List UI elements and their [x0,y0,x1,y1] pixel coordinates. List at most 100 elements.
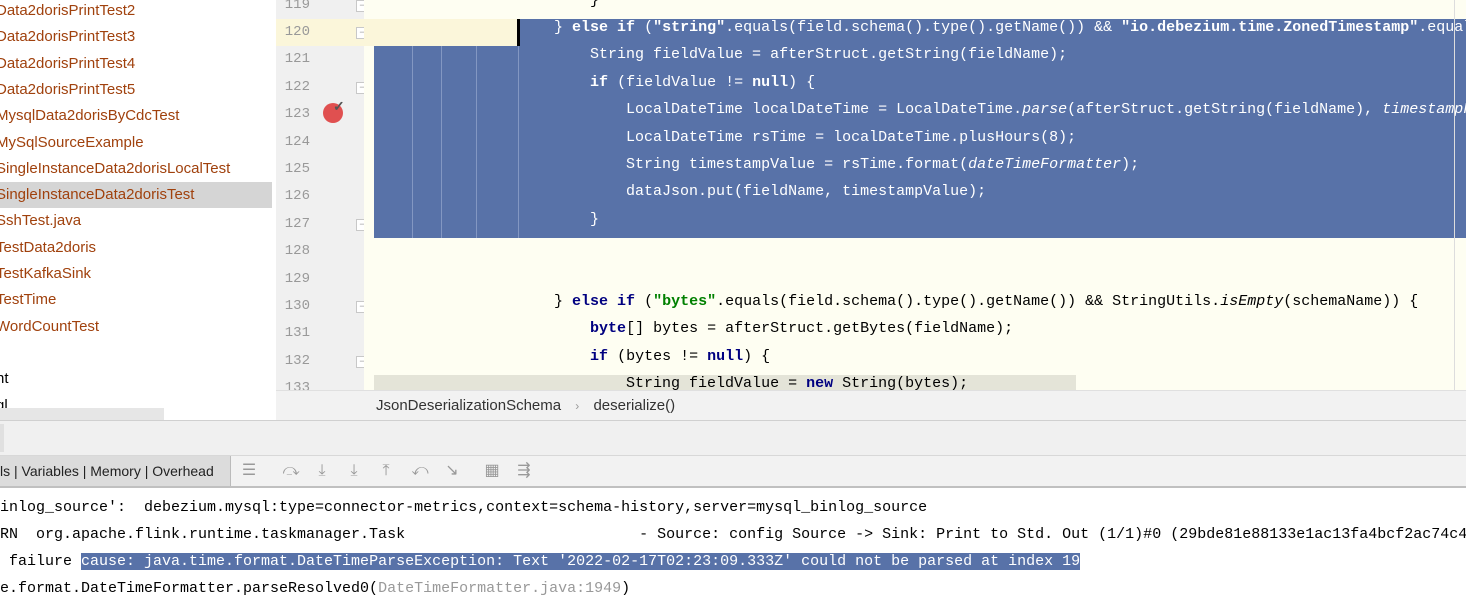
code-line: String timestampValue = rsTime.format(da… [374,156,1466,184]
code-token: (schemaName)) { [1283,293,1419,310]
line-number: 121 [284,51,310,68]
indent-guide [412,46,413,238]
code-token: String timestampValue = rsTime.format( [374,156,969,173]
line-number: 123 [284,106,310,123]
project-tree: Data2dorisPrintTest2 Data2dorisPrintTest3… [0,0,276,420]
right-margin-guide [1454,0,1455,390]
code-token: String fieldValue = afterStruct.getStrin… [374,46,1068,64]
step-over-icon[interactable]: ⤓ [311,460,333,482]
code-token: [] bytes = afterStruct.getBytes(fieldNam… [626,320,1014,338]
code-token: } [374,19,573,36]
code-token: .equals(schemaName)) { [1418,19,1466,36]
breakpoint-check-icon: ✓ [333,98,345,114]
code-token: } [374,293,573,310]
debug-tabs[interactable]: ls | Variables | Memory | Overhead [0,456,231,486]
code-token: isEmpty [1220,293,1284,310]
indent-guide [441,46,442,238]
tree-item[interactable]: SingleInstanceData2dorisLocalTest [0,156,272,182]
tree-item[interactable]: SshTest.java [0,208,272,234]
line-number: 132 [284,352,310,369]
step-into-icon[interactable]: ⤓ [343,460,365,482]
code-line: String fieldValue = new String(bytes); [364,375,1466,390]
debug-toolstrip [0,420,1466,456]
line-number: 120 [284,24,310,40]
code-token: ) { [788,73,816,91]
stack-trace-link[interactable]: DateTimeFormatter.java:1949 [378,580,621,597]
tree-item[interactable]: Data2dorisPrintTest4 [0,51,272,77]
console-line: RN org.apache.flink.runtime.taskmanager.… [0,526,1466,543]
breadcrumb-method[interactable]: deserialize() [593,397,675,414]
breadcrumb-class[interactable]: JsonDeserializationSchema [376,397,561,414]
code-line: byte[] bytes = afterStruct.getBytes(fiel… [364,320,1466,347]
tree-item[interactable]: TestTime [0,287,272,313]
code-token: .equals(field.schema().type().getName())… [725,19,1122,36]
code-token: byte [590,320,627,338]
code-token: (bytes != [608,347,708,365]
line-number: 119 [284,0,310,13]
code-token: null [752,73,789,91]
code-editor[interactable]: } } else if ("string".equals(field.schem… [364,0,1466,390]
breadcrumb-separator: › [575,399,580,413]
code-token: LocalDateTime localDateTime = LocalDateT… [374,101,1023,119]
code-token: (afterStruct.getString(fieldName), [1067,101,1383,119]
code-line: LocalDateTime localDateTime = LocalDateT… [374,101,1466,129]
show-execution-point-icon[interactable]: ⤼ [280,460,302,482]
code-token: } [374,0,600,9]
step-out-icon[interactable]: ⤒ [375,460,397,482]
console-text: failure [0,553,82,570]
code-token: if [590,73,609,91]
tree-item[interactable] [0,340,272,366]
evaluate-expression-icon[interactable]: ▦ [481,460,503,482]
menu-icon[interactable]: ☰ [238,460,260,482]
tree-item[interactable]: Data2dorisPrintTest3 [0,24,272,50]
tree-item[interactable]: MySqlSourceExample [0,130,272,156]
code-token: String(bytes); [833,375,969,390]
code-token: ( [635,19,654,36]
tree-item[interactable]: TestKafkaSink [0,261,272,287]
code-token: .equals(field.schema().type().getName())… [716,293,1221,310]
tree-item[interactable]: nt [0,366,272,392]
console-line: failure cause: java.time.format.DateTime… [0,553,1081,580]
text-cursor [517,19,520,46]
line-number: 124 [284,133,310,150]
console-line: inlog_source': debezium.mysql:type=conne… [0,499,928,516]
code-line: if (bytes != null) { [364,348,1466,375]
code-token: null [707,347,744,365]
console-line: e.format.DateTimeFormatter.parseResolved… [0,580,630,599]
code-line: } [364,0,1466,19]
code-token: dataJson.put(fieldName, timestampValue); [374,183,987,201]
code-token: ) { [743,347,771,365]
console-output[interactable]: inlog_source': debezium.mysql:type=conne… [0,488,1466,599]
sidebar-scrollbar[interactable] [0,408,164,420]
code-token: "io.debezium.time.ZonedTimestamp" [1121,19,1419,36]
code-token: parse [1022,101,1068,119]
tree-item[interactable]: SingleInstanceData2dorisTest [0,182,272,209]
tree-item[interactable]: MysqlData2dorisByCdcTest [0,103,272,129]
drop-frame-icon[interactable]: ⤺ [409,460,431,482]
tree-item[interactable]: Data2dorisPrintTest5 [0,77,272,103]
tree-item[interactable]: Data2dorisPrintTest2 [0,0,272,24]
tree-item[interactable]: WordCountTest [0,314,272,340]
debug-tab-bar: ls | Variables | Memory | Overhead ☰ ⤼ ⤓… [0,455,1466,488]
editor-gutter: 119−120−121 122−123 124 125 126 127−128 129 130… [276,0,368,396]
code-token: "bytes" [653,293,717,310]
line-number: 126 [284,188,310,205]
code-token: ); [1121,156,1140,173]
code-line: } [374,210,1466,239]
code-line: String fieldValue = afterStruct.getStrin… [374,46,1466,74]
run-to-cursor-icon[interactable]: ↘ [441,460,463,482]
trace-icon[interactable]: ⇶ [513,460,535,482]
code-line: dataJson.put(fieldName, timestampValue); [374,183,1466,211]
tree-item[interactable]: TestData2doris [0,235,272,261]
selected-error-text[interactable]: cause: java.time.format.DateTimeParseExc… [81,553,1081,570]
code-token: } [374,210,600,228]
code-line: } else if ("bytes".equals(field.schema()… [364,293,1466,320]
indent-guide [518,46,519,238]
code-line: LocalDateTime rsTime = localDateTime.plu… [374,128,1466,156]
code-token: else if [572,19,636,36]
